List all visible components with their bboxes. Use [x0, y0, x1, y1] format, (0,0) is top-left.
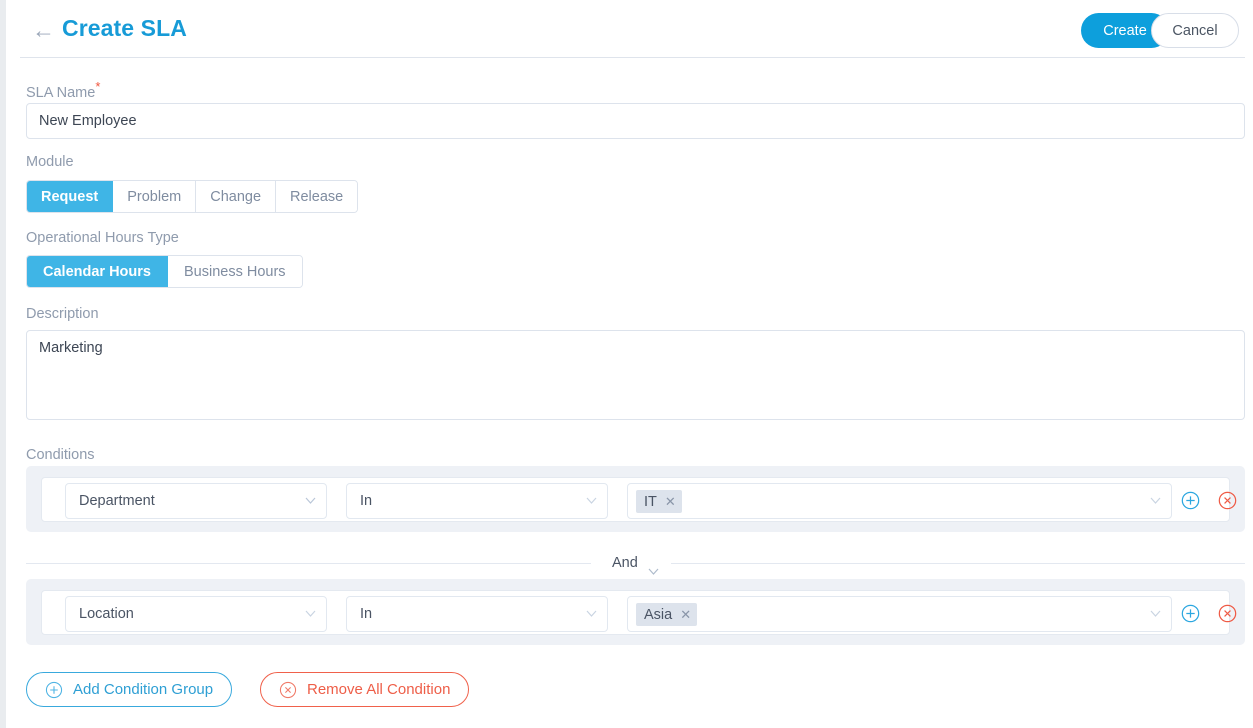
- condition-field-value-1: Department: [79, 493, 155, 509]
- add-condition-group-label: Add Condition Group: [73, 681, 214, 698]
- circle-plus-icon: [45, 681, 63, 699]
- create-sla-page: ← Create SLA Create Cancel SLA Name* Mod…: [6, 0, 1253, 728]
- conditions-label: Conditions: [26, 447, 95, 463]
- module-tab-release[interactable]: Release: [276, 181, 358, 212]
- page-header: ← Create SLA Create Cancel: [6, 0, 1253, 58]
- condition-operator-select-2[interactable]: In: [346, 596, 608, 632]
- operational-hours-tab-business[interactable]: Business Hours: [167, 256, 302, 287]
- chevron-down-icon[interactable]: [648, 562, 659, 575]
- condition-row: Location In Asia ✕: [41, 590, 1237, 635]
- circle-plus-icon[interactable]: [1181, 604, 1200, 623]
- close-icon[interactable]: ✕: [665, 494, 676, 510]
- condition-operator-select-1[interactable]: In: [346, 483, 608, 519]
- close-icon[interactable]: ✕: [680, 607, 691, 623]
- circle-x-icon[interactable]: [1218, 491, 1237, 510]
- circle-plus-icon[interactable]: [1181, 491, 1200, 510]
- add-condition-group-button[interactable]: Add Condition Group: [26, 672, 233, 707]
- module-tab-request[interactable]: Request: [27, 181, 114, 212]
- connector-line-left: [26, 563, 591, 564]
- condition-connector: And: [26, 553, 1245, 575]
- condition-value-select-1[interactable]: IT ✕: [627, 483, 1172, 519]
- condition-row: Department In IT ✕: [41, 477, 1237, 522]
- chevron-down-icon: [1150, 497, 1161, 504]
- operational-hours-tab-calendar[interactable]: Calendar Hours: [27, 256, 168, 287]
- chip-label: IT: [644, 493, 657, 510]
- module-label: Module: [26, 154, 74, 170]
- circle-x-icon[interactable]: [1218, 604, 1237, 623]
- condition-operator-value-2: In: [360, 606, 373, 622]
- connector-label[interactable]: And: [612, 555, 638, 571]
- condition-value-select-2[interactable]: Asia ✕: [627, 596, 1172, 632]
- chip-label: Asia: [644, 606, 673, 623]
- module-tab-group: Request Problem Change Release: [26, 180, 359, 213]
- module-tab-problem[interactable]: Problem: [113, 181, 197, 212]
- sla-name-label-text: SLA Name: [26, 84, 96, 101]
- operational-hours-type-label: Operational Hours Type: [26, 230, 179, 246]
- condition-field-value-2: Location: [79, 606, 134, 622]
- condition-group-2: Location In Asia ✕: [26, 579, 1245, 645]
- description-label: Description: [26, 306, 99, 322]
- remove-all-condition-button[interactable]: Remove All Condition: [260, 672, 470, 707]
- chevron-down-icon: [1150, 610, 1161, 617]
- sla-name-input[interactable]: [26, 103, 1245, 139]
- condition-value-chip-1: IT ✕: [636, 490, 682, 513]
- remove-all-condition-label: Remove All Condition: [307, 681, 451, 698]
- condition-field-select-2[interactable]: Location: [65, 596, 327, 632]
- cancel-button[interactable]: Cancel: [1151, 13, 1239, 48]
- page-title: Create SLA: [62, 15, 187, 41]
- header-divider: [20, 57, 1245, 58]
- operational-hours-tab-group: Calendar Hours Business Hours: [26, 255, 303, 288]
- condition-value-chip-2: Asia ✕: [636, 603, 698, 626]
- chevron-down-icon: [305, 610, 316, 617]
- chevron-down-icon: [586, 610, 597, 617]
- circle-x-icon: [279, 681, 297, 699]
- connector-line-right: [671, 563, 1245, 564]
- sla-name-label: SLA Name*: [26, 79, 100, 101]
- module-tab-change[interactable]: Change: [196, 181, 277, 212]
- description-textarea[interactable]: [26, 330, 1245, 420]
- condition-field-select-1[interactable]: Department: [65, 483, 327, 519]
- chevron-down-icon: [586, 497, 597, 504]
- condition-operator-value-1: In: [360, 493, 373, 509]
- condition-group-1: Department In IT ✕: [26, 466, 1245, 532]
- arrow-left-icon[interactable]: ←: [32, 18, 58, 42]
- chevron-down-icon: [305, 497, 316, 504]
- required-asterisk: *: [95, 79, 101, 94]
